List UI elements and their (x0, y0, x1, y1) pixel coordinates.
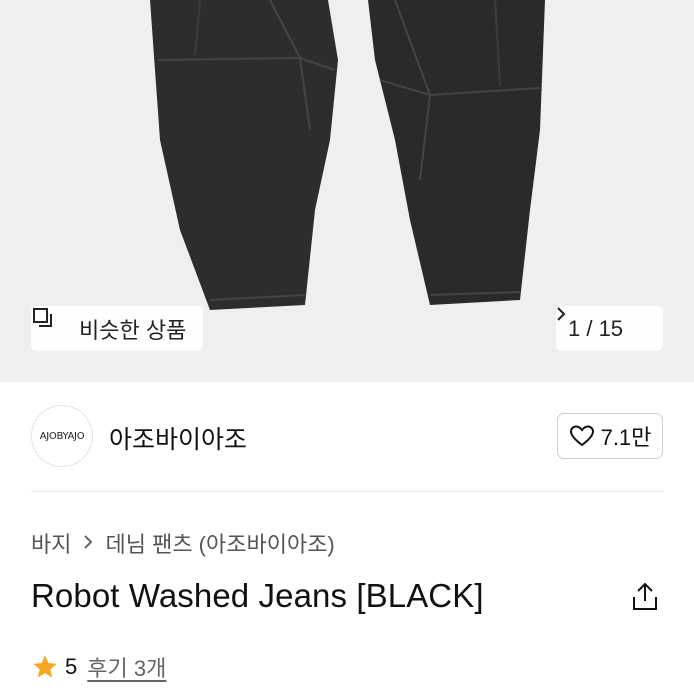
breadcrumb: 바지 데님 팬츠 (아조바이아조) (31, 527, 335, 559)
product-title: Robot Washed Jeans [BLACK] (31, 577, 484, 614)
similar-products-label: 비슷한 상품 (79, 317, 187, 343)
divider (31, 491, 663, 492)
breadcrumb-item-category[interactable]: 바지 (31, 527, 71, 559)
chevron-right-icon (83, 530, 93, 556)
page-indicator: 1 / 15 (568, 315, 624, 341)
star-icon (33, 655, 57, 678)
share-button[interactable] (630, 581, 660, 613)
rating-summary: 5 후기 3개 (31, 651, 166, 683)
brand-name[interactable]: 아조바이아조 (109, 420, 247, 456)
product-image[interactable]: 비슷한 상품 1 / 15 (0, 0, 694, 382)
rating-score: 5 (65, 654, 78, 679)
brand-logo[interactable]: AJOBYAJO (31, 405, 93, 467)
breadcrumb-item-subcategory[interactable]: 데님 팬츠 (아조바이아조) (105, 527, 334, 559)
brand-logo-text: AJOBYAJO (39, 430, 85, 442)
share-icon (633, 582, 657, 610)
image-pager-button[interactable]: 1 / 15 (556, 306, 663, 351)
similar-items-icon (33, 308, 69, 341)
heart-icon (569, 425, 594, 447)
similar-products-button[interactable]: 비슷한 상품 (31, 306, 203, 351)
like-button[interactable]: 7.1만 (557, 413, 663, 459)
reviews-link[interactable]: 후기 3개 (87, 651, 166, 683)
like-count: 7.1만 (600, 425, 652, 450)
